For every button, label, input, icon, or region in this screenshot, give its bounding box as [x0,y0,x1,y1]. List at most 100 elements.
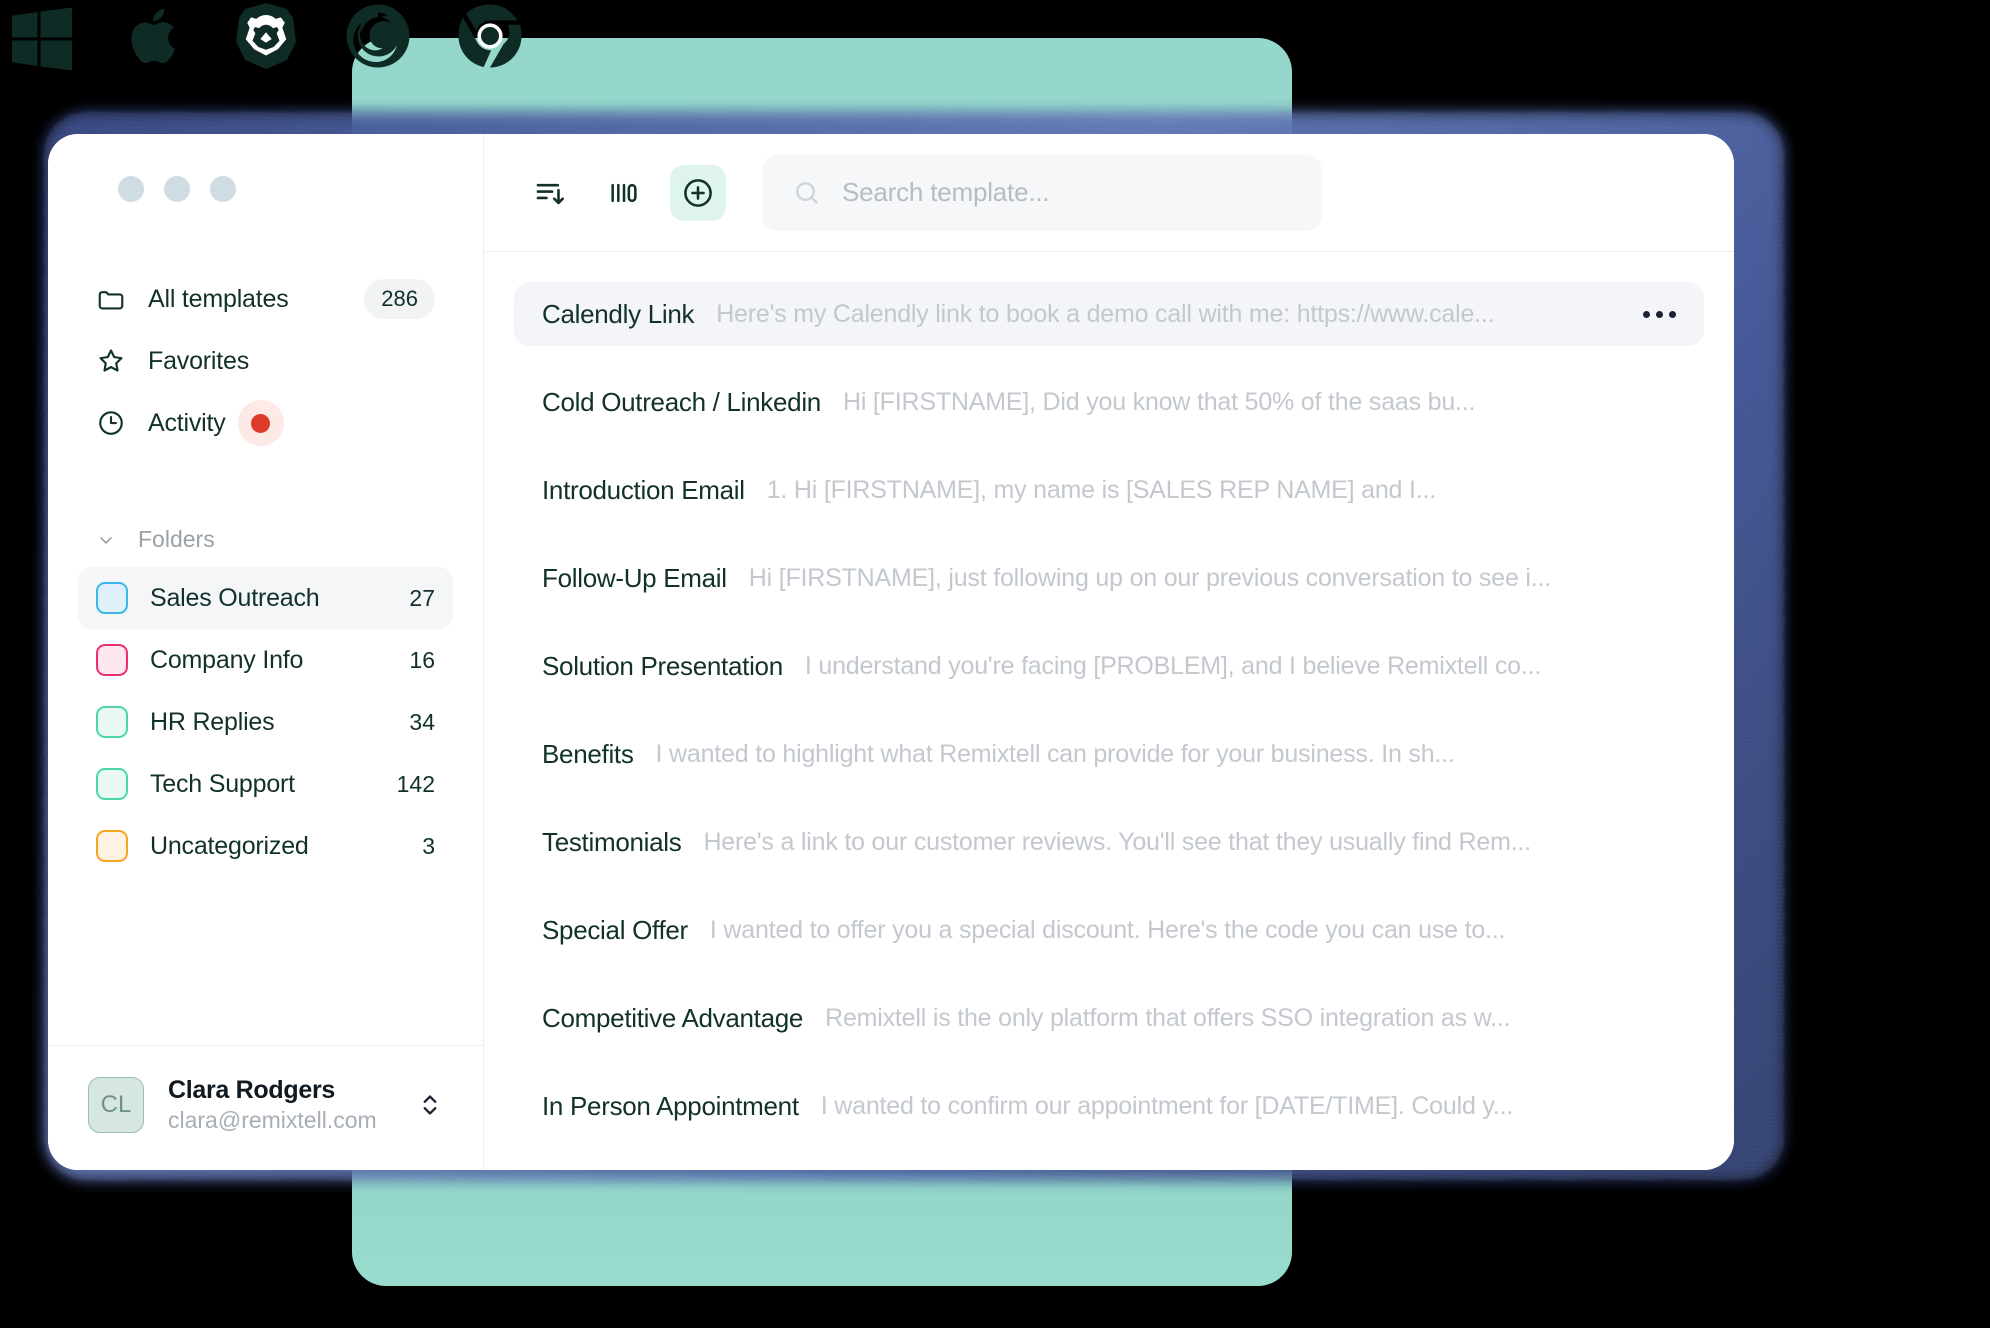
template-title: Competitive Advantage [542,1002,804,1033]
template-row-solution-presentation[interactable]: Solution Presentation I understand you'r… [514,634,1704,698]
folder-count: 3 [422,832,435,859]
folder-icon [98,291,124,310]
template-row-in-person-appointment[interactable]: In Person Appointment I wanted to confir… [514,1074,1704,1138]
all-templates-count: 286 [364,279,435,319]
folder-item-hr-replies[interactable]: HR Replies 34 [78,691,453,753]
template-preview: I wanted to confirm our appointment for … [820,1091,1514,1120]
template-row-benefits[interactable]: Benefits I wanted to highlight what Remi… [514,722,1704,786]
template-preview: Hi [FIRSTNAME], just following up on our… [748,563,1551,592]
chevron-up-down-icon [423,1095,437,1115]
columns-bars-icon [611,183,637,202]
sidebar-item-label: Favorites [148,346,250,375]
search-icon [796,181,818,204]
template-row-follow-up-email[interactable]: Follow-Up Email Hi [FIRSTNAME], just fol… [514,546,1704,610]
search-box[interactable] [762,154,1322,231]
template-row-introduction-email[interactable]: Introduction Email 1. Hi [FIRSTNAME], my… [514,458,1704,522]
add-template-button[interactable] [670,164,726,221]
sidebar-item-activity[interactable]: Activity [78,392,453,454]
sidebar-item-label: All templates [148,284,289,313]
sidebar-item-all-templates[interactable]: All templates 286 [78,268,453,330]
folder-label: HR Replies [150,707,275,736]
folder-color-swatch [96,706,128,738]
window-maximize-button[interactable] [210,176,236,202]
row-spacer [514,1050,1704,1074]
template-preview: Here's a link to our customer reviews. Y… [703,827,1531,856]
sidebar-item-favorites[interactable]: Favorites [78,330,453,392]
folder-label: Sales Outreach [150,583,320,612]
row-spacer [514,346,1704,370]
template-row-special-offer[interactable]: Special Offer I wanted to offer you a sp… [514,898,1704,962]
template-preview: Here's my Calendly link to book a demo c… [716,299,1495,328]
search-input[interactable] [842,177,1292,208]
folder-list: Sales Outreach 27 Company Info 16 HR Rep… [48,553,483,877]
template-row-cold-outreach-linkedin[interactable]: Cold Outreach / Linkedin Hi [FIRSTNAME],… [514,370,1704,434]
template-title: Testimonials [542,826,682,857]
folder-count: 27 [409,584,435,611]
plus-circle-icon [684,178,712,207]
template-title: Cold Outreach / Linkedin [542,386,821,417]
window-close-button[interactable] [118,176,144,202]
folder-count: 34 [409,708,435,735]
folder-color-swatch [96,582,128,614]
user-profile-switcher[interactable]: CL Clara Rodgers clara@remixtell.com [48,1045,483,1170]
row-more-options-button[interactable] [1623,310,1676,318]
folder-color-swatch [96,768,128,800]
sidebar-item-label: Activity [148,408,226,437]
brave-logo-icon [236,3,296,69]
folder-item-tech-support[interactable]: Tech Support 142 [78,753,453,815]
chevron-down-icon [100,536,112,544]
window-traffic-lights [48,134,483,202]
folder-item-sales-outreach[interactable]: Sales Outreach 27 [78,567,453,629]
template-title: Benefits [542,738,634,769]
template-title: Solution Presentation [542,650,783,681]
template-list: Calendly Link Here's my Calendly link to… [484,252,1734,1170]
apple-logo-icon [131,9,176,64]
profile-text: Clara Rodgers clara@remixtell.com [168,1076,377,1134]
folder-item-company-info[interactable]: Company Info 16 [78,629,453,691]
windows-logo-icon [12,7,72,71]
template-row-testimonials[interactable]: Testimonials Here's a link to our custom… [514,810,1704,874]
folder-color-swatch [96,830,128,862]
os-browser-icon-strip [0,0,526,72]
screenshot-stage: All templates 286 Favorites Activity Fol… [0,0,1990,1328]
clock-icon [99,411,123,435]
folder-label: Tech Support [150,769,295,798]
star-icon [99,349,123,372]
firefox-logo-icon [346,4,410,68]
row-spacer [514,874,1704,898]
template-preview: Remixtell is the only platform that offe… [825,1003,1511,1032]
folder-count: 142 [396,770,435,797]
template-preview: I understand you're facing [PROBLEM], an… [804,651,1542,680]
row-spacer [514,962,1704,986]
row-spacer [514,434,1704,458]
template-title: Special Offer [542,914,688,945]
row-spacer [514,698,1704,722]
template-row-referral[interactable]: Referral Thank you for your business! If… [514,1162,1704,1170]
toolbar [484,134,1734,252]
folder-count: 16 [409,646,435,673]
template-preview: I wanted to highlight what Remixtell can… [655,739,1455,768]
folders-section-title: Folders [138,526,215,552]
template-title: Introduction Email [542,474,745,505]
template-title: In Person Appointment [542,1090,799,1121]
folder-label: Company Info [150,645,304,674]
sort-button[interactable] [522,165,578,221]
template-row-competitive-advantage[interactable]: Competitive Advantage Remixtell is the o… [514,986,1704,1050]
profile-name: Clara Rodgers [168,1076,335,1104]
template-preview: 1. Hi [FIRSTNAME], my name is [SALES REP… [766,475,1436,504]
sort-descending-icon [536,183,565,204]
columns-button[interactable] [596,165,652,221]
row-spacer [514,610,1704,634]
window-minimize-button[interactable] [164,176,190,202]
profile-email: clara@remixtell.com [168,1107,377,1133]
sidebar-nav: All templates 286 Favorites Activity [48,202,483,454]
template-row-calendly-link[interactable]: Calendly Link Here's my Calendly link to… [514,282,1704,346]
template-title: Follow-Up Email [542,562,727,593]
template-title: Calendly Link [542,298,695,329]
folder-item-uncategorized[interactable]: Uncategorized 3 [78,815,453,877]
template-preview: I wanted to offer you a special discount… [709,915,1506,944]
row-spacer [514,786,1704,810]
folders-section-toggle[interactable]: Folders [48,454,483,553]
app-window: All templates 286 Favorites Activity Fol… [48,134,1734,1170]
sidebar: All templates 286 Favorites Activity Fol… [48,134,484,1170]
